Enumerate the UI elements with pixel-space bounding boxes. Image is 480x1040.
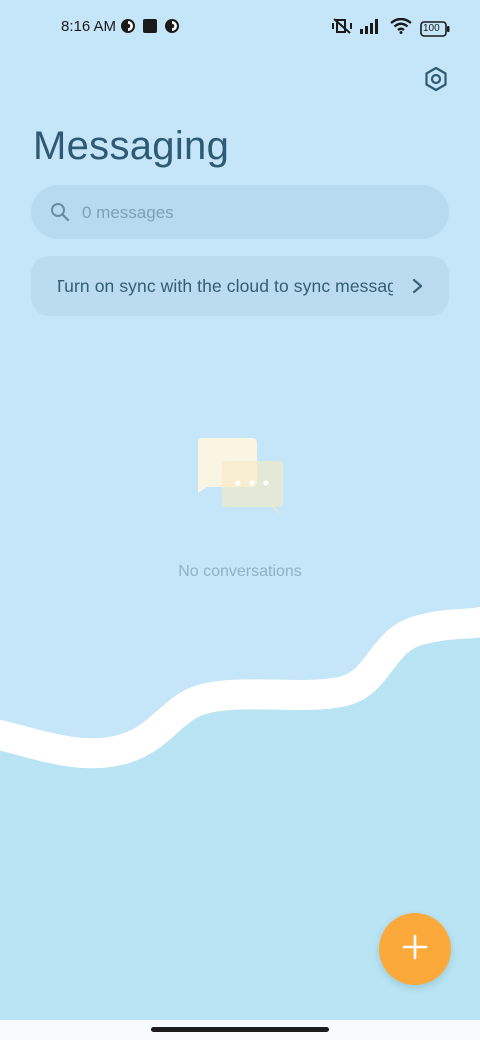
signal-icon bbox=[360, 18, 382, 39]
vibrate-off-icon bbox=[332, 17, 352, 40]
search-icon bbox=[50, 202, 70, 227]
square-app-icon bbox=[142, 18, 158, 39]
page-title: Messaging bbox=[33, 124, 230, 168]
status-right-icons: 100 bbox=[332, 17, 450, 40]
notification-app-icon bbox=[120, 18, 136, 39]
new-conversation-button[interactable] bbox=[379, 913, 451, 985]
empty-state-text: No conversations bbox=[178, 563, 302, 580]
sync-banner-text: Turn on sync with the cloud to sync mess… bbox=[58, 276, 393, 296]
empty-conversations-icon bbox=[198, 438, 283, 515]
notification-app-icon bbox=[164, 18, 180, 39]
plus-icon bbox=[402, 934, 428, 965]
status-left-icons bbox=[120, 18, 180, 39]
search-input[interactable] bbox=[82, 200, 412, 226]
status-time: 8:16 AM bbox=[61, 18, 117, 35]
settings-hexagon-icon bbox=[423, 66, 449, 97]
home-indicator[interactable] bbox=[151, 1027, 329, 1032]
sync-banner[interactable]: Turn on sync with the cloud to sync mess… bbox=[31, 256, 449, 316]
status-bar: 8:16 AM 100 bbox=[0, 0, 480, 56]
wifi-icon bbox=[390, 17, 412, 39]
chevron-right-icon bbox=[411, 278, 425, 299]
settings-button[interactable] bbox=[421, 66, 451, 96]
battery-icon: 100 bbox=[420, 20, 450, 37]
battery-level: 100 bbox=[423, 22, 440, 34]
